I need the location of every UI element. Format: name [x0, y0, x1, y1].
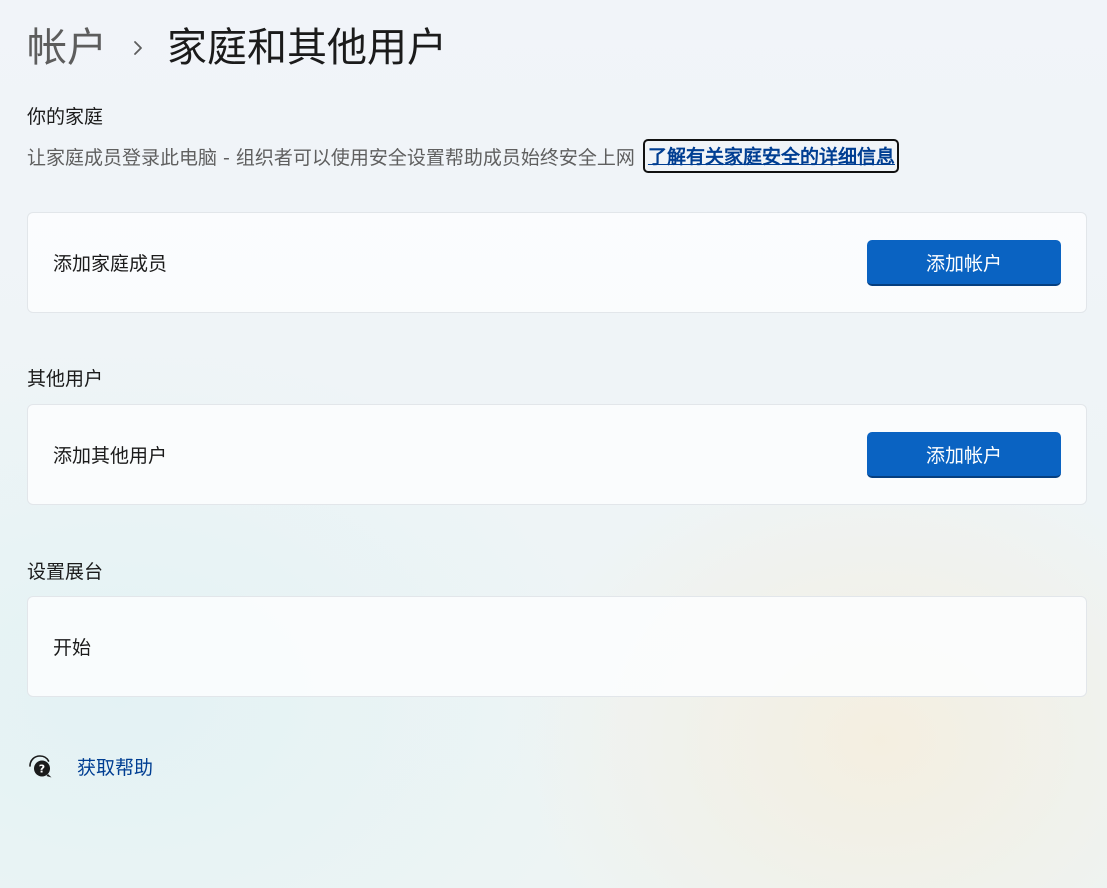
- family-description: 让家庭成员登录此电脑 - 组织者可以使用安全设置帮助成员始终安全上网: [27, 146, 635, 169]
- learn-family-safety-link[interactable]: 了解有关家庭安全的详细信息: [642, 139, 899, 173]
- family-description-row: 让家庭成员登录此电脑 - 组织者可以使用安全设置帮助成员始终安全上网 了解有关家…: [27, 138, 899, 174]
- section-title-kiosk: 设置展台: [27, 561, 104, 583]
- chevron-right-icon: [131, 18, 145, 78]
- kiosk-start-label: 开始: [53, 637, 92, 659]
- add-family-member-label: 添加家庭成员: [53, 253, 168, 275]
- get-help-row: ? 获取帮助: [27, 750, 153, 782]
- breadcrumb-parent-accounts[interactable]: 帐户: [27, 18, 107, 78]
- add-family-account-button[interactable]: 添加帐户: [867, 240, 1061, 286]
- breadcrumb: 帐户 家庭和其他用户: [27, 18, 447, 78]
- kiosk-start-card[interactable]: 开始: [27, 596, 1087, 697]
- svg-text:?: ?: [39, 763, 45, 776]
- add-other-user-card: 添加其他用户 添加帐户: [27, 404, 1087, 505]
- add-other-user-label: 添加其他用户: [53, 445, 168, 467]
- add-family-member-card: 添加家庭成员 添加帐户: [27, 212, 1087, 313]
- page-title: 家庭和其他用户: [167, 25, 447, 71]
- section-title-other-users: 其他用户: [27, 368, 104, 390]
- add-other-account-button[interactable]: 添加帐户: [867, 432, 1061, 478]
- get-help-link[interactable]: 获取帮助: [77, 753, 153, 780]
- help-chat-icon: ?: [29, 755, 52, 778]
- section-title-family: 你的家庭: [27, 106, 104, 128]
